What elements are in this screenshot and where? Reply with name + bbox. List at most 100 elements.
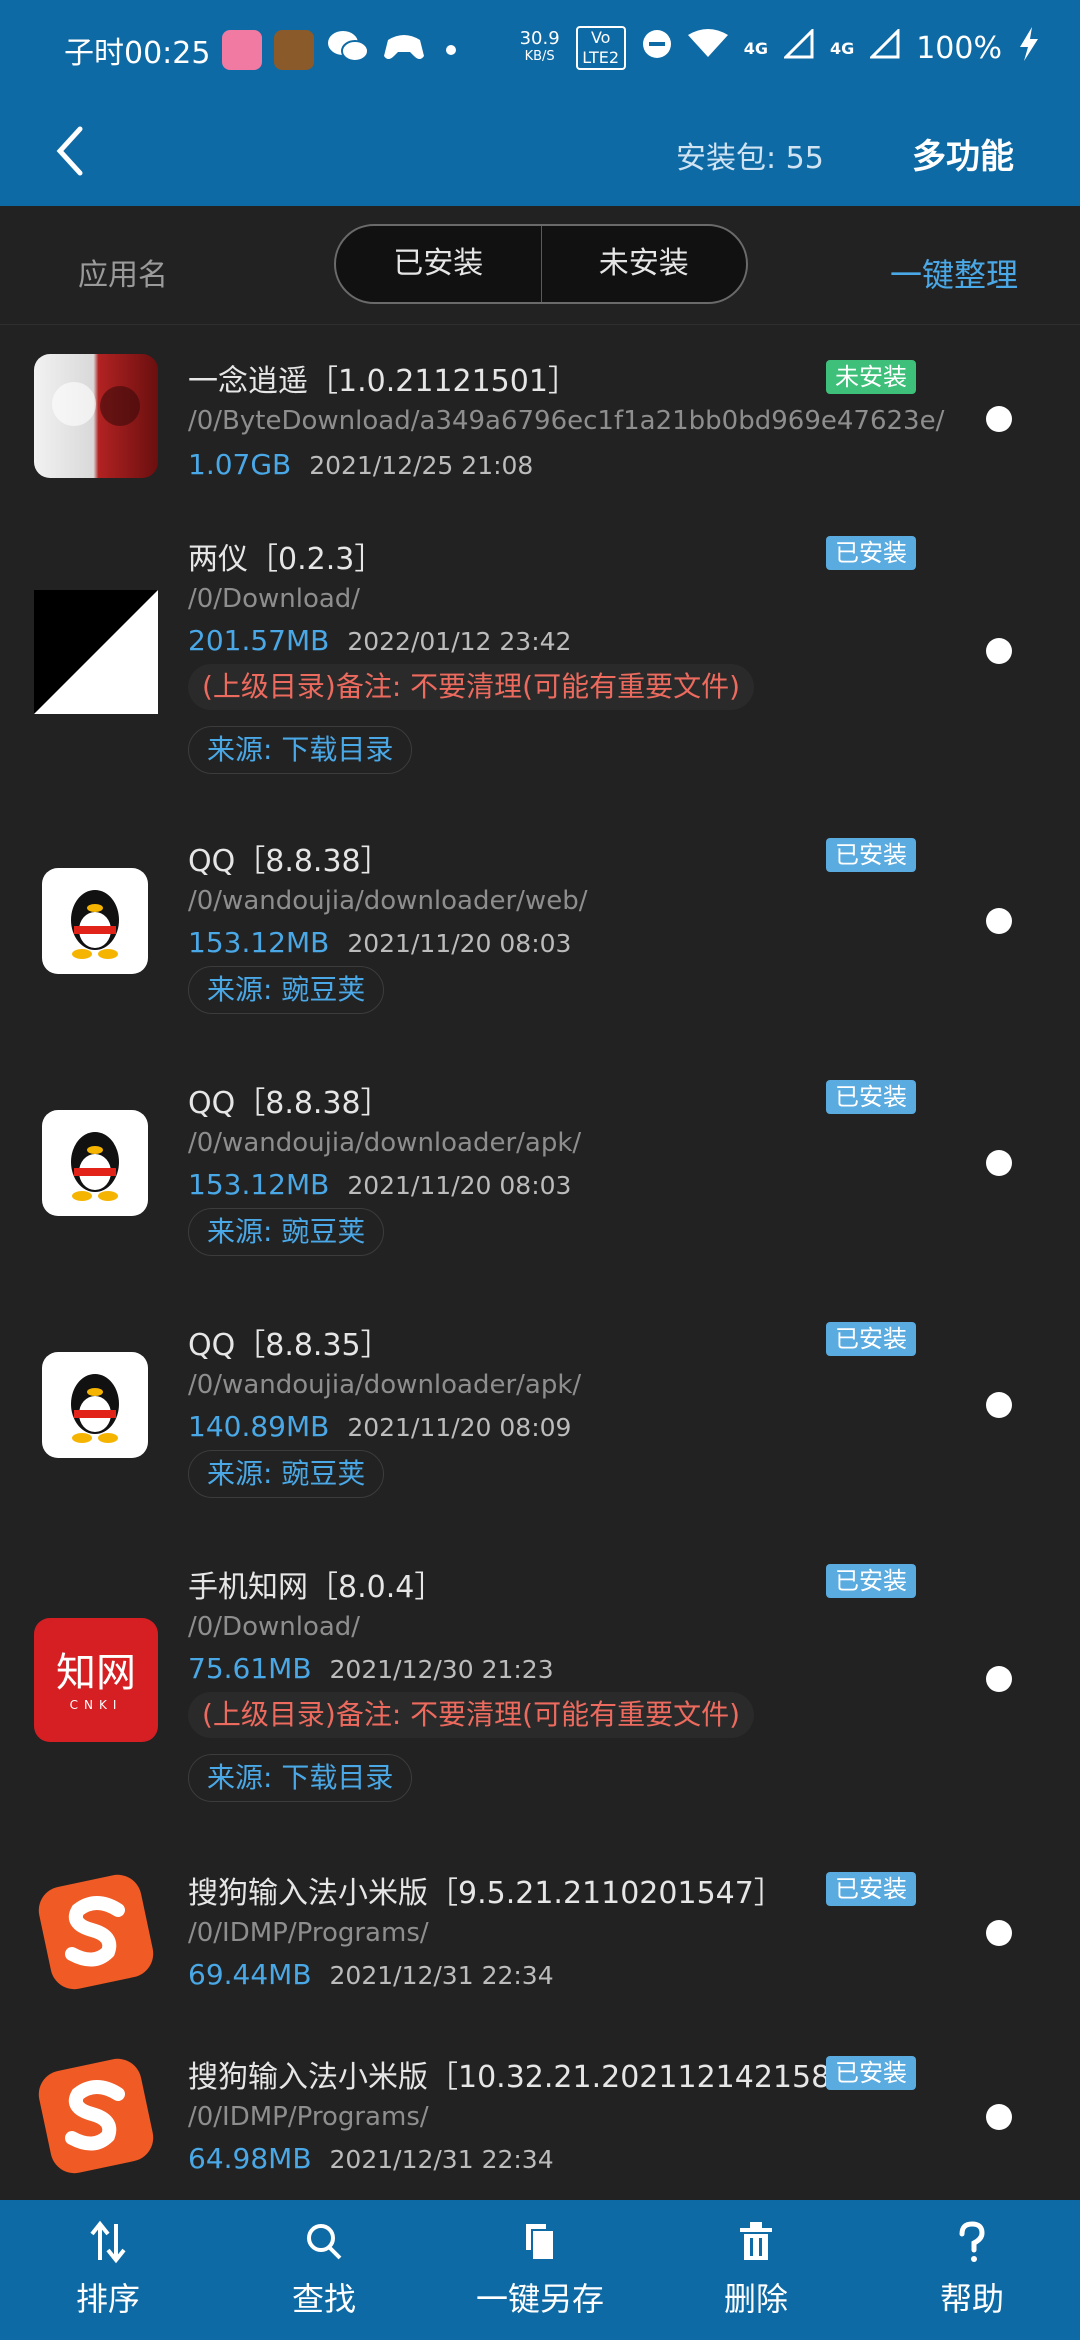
app-title: 手机知网［8.0.4］: [188, 1570, 445, 1605]
sogou-icon: [36, 1872, 156, 1992]
sort-label: 排序: [75, 2280, 140, 2318]
select-radio[interactable]: [986, 406, 1012, 432]
status-bar: 子时00:25 30.9 KB/S Vo LTE2 4G 4G 100%: [0, 0, 1080, 95]
app-size: 1.07GB: [188, 448, 292, 481]
app-title: 搜狗输入法小米版［9.5.21.2110201547］: [188, 1876, 784, 1911]
app-title: QQ［8.8.38］: [188, 844, 391, 879]
list-item[interactable]: 搜狗输入法小米版［9.5.21.2110201547］ 已安装 /0/IDMP/…: [0, 1844, 1080, 2028]
source-tag[interactable]: 来源: 豌豆荚: [188, 966, 385, 1014]
app-date: 2022/01/12 23:42: [347, 627, 572, 656]
trash-icon: [740, 2222, 772, 2260]
app-size: 153.12MB: [188, 1168, 330, 1201]
app-size: 75.61MB: [188, 1652, 312, 1685]
app-size: 69.44MB: [188, 1958, 312, 1991]
select-radio[interactable]: [986, 638, 1012, 664]
sort-by-app-name[interactable]: 应用名: [78, 250, 168, 294]
source-tag[interactable]: 来源: 下载目录: [188, 726, 413, 774]
app-size-row: 153.12MB 2021/11/20 08:03: [188, 926, 571, 959]
charging-icon: [1018, 27, 1040, 69]
net-speed-unit: KB/S: [524, 49, 555, 64]
apk-list: 一念逍遥［1.0.21121501］ 未安装 /0/ByteDownload/a…: [0, 324, 1080, 2212]
app-size: 153.12MB: [188, 926, 330, 959]
list-item[interactable]: 两仪［0.2.3］ 已安装 /0/Download/ 201.57MB 2022/…: [0, 514, 1080, 816]
delete-button[interactable]: 删除: [648, 2200, 864, 2340]
app-path: /0/wandoujia/downloader/apk/: [188, 1370, 582, 1400]
qq-penguin-icon: [42, 1352, 148, 1458]
cnki-logo-subtext: CNKI: [69, 1698, 123, 1712]
tab-installed[interactable]: 已安装: [336, 226, 542, 302]
select-radio[interactable]: [986, 908, 1012, 934]
net-speed-value: 30.9: [519, 28, 560, 49]
multi-function-button[interactable]: 多功能: [912, 129, 1014, 178]
list-item[interactable]: QQ［8.8.35］ 已安装 /0/wandoujia/downloader/a…: [0, 1300, 1080, 1542]
game-controller-icon: [382, 26, 426, 74]
app-path: /0/ByteDownload/a349a6796ec1f1a21bb0bd96…: [188, 406, 945, 436]
select-radio[interactable]: [986, 1920, 1012, 1946]
source-tag[interactable]: 来源: 豌豆荚: [188, 1450, 385, 1498]
sort-icon: [90, 2220, 126, 2264]
status-badge: 已安装: [826, 1872, 916, 1906]
list-item[interactable]: 一念逍遥［1.0.21121501］ 未安装 /0/ByteDownload/a…: [0, 324, 1080, 514]
status-right: 30.9 KB/S Vo LTE2 4G 4G 100%: [520, 26, 1040, 70]
delete-label: 删除: [723, 2280, 788, 2318]
signal-1-label: 4G: [743, 38, 768, 58]
app-size-row: 75.61MB 2021/12/30 21:23: [188, 1652, 554, 1685]
app-date: 2021/11/20 08:03: [347, 929, 572, 958]
list-item[interactable]: 搜狗输入法小米版［10.32.21.202112142158］ 已安装 /0/I…: [0, 2028, 1080, 2212]
app-title: 搜狗输入法小米版［10.32.21.202112142158］: [188, 2060, 861, 2095]
wifi-icon: [687, 29, 728, 67]
app-size-row: 140.89MB 2021/11/20 08:09: [188, 1410, 571, 1443]
notification-icons: [222, 26, 456, 74]
app-title: QQ［8.8.35］: [188, 1328, 391, 1363]
select-radio[interactable]: [986, 2104, 1012, 2130]
cnki-icon: 知网 CNKI: [34, 1618, 158, 1742]
source-tag[interactable]: 来源: 下载目录: [188, 1754, 413, 1802]
help-icon: [959, 2221, 985, 2262]
package-count: 安装包: 55: [676, 141, 824, 176]
list-item[interactable]: QQ［8.8.38］ 已安装 /0/wandoujia/downloader/w…: [0, 816, 1080, 1058]
dot-icon: [446, 45, 456, 55]
organize-button[interactable]: 一键整理: [890, 250, 1018, 296]
app-size-row: 1.07GB 2021/12/25 21:08: [188, 448, 533, 481]
select-radio[interactable]: [986, 1150, 1012, 1176]
bottom-toolbar: 排序 查找 一键另存 删除 帮助: [0, 2200, 1080, 2340]
cnki-logo-text: 知网: [56, 1650, 136, 1696]
app-path: /0/Download/: [188, 584, 361, 614]
app-title: QQ［8.8.38］: [188, 1086, 391, 1121]
search-button[interactable]: 查找: [216, 2200, 432, 2340]
back-button[interactable]: [50, 123, 100, 179]
status-badge: 已安装: [826, 838, 916, 872]
net-speed: 30.9 KB/S: [520, 30, 560, 66]
app-path: /0/wandoujia/downloader/apk/: [188, 1128, 582, 1158]
qq-penguin-icon: [42, 1110, 148, 1216]
app-title: 两仪［0.2.3］: [188, 542, 385, 577]
save-as-button[interactable]: 一键另存: [432, 2200, 648, 2340]
select-radio[interactable]: [986, 1666, 1012, 1692]
install-filter-toggle: 已安装 未安装: [334, 224, 748, 304]
signal-2-label: 4G: [829, 38, 855, 58]
help-label: 帮助: [939, 2280, 1004, 2318]
nav-bar: 安装包: 55 多功能: [0, 95, 1080, 206]
app-size: 140.89MB: [188, 1410, 330, 1443]
status-badge: 已安装: [826, 1564, 916, 1598]
tab-not-installed[interactable]: 未安装: [542, 226, 747, 302]
search-icon: [307, 2224, 342, 2260]
back-arrow-icon: [56, 126, 83, 176]
search-label: 查找: [291, 2280, 356, 2318]
sogou-icon: [36, 2056, 156, 2176]
help-button[interactable]: 帮助: [864, 2200, 1080, 2340]
bilibili-icon: [222, 30, 262, 70]
status-badge: 已安装: [826, 1322, 916, 1356]
list-item[interactable]: QQ［8.8.38］ 已安装 /0/wandoujia/downloader/a…: [0, 1058, 1080, 1300]
status-badge: 已安装: [826, 536, 916, 570]
select-radio[interactable]: [986, 1392, 1012, 1418]
app-size: 64.98MB: [188, 2142, 312, 2175]
status-badge: 已安装: [826, 2056, 916, 2090]
sort-button[interactable]: 排序: [0, 2200, 216, 2340]
liangyi-icon: [34, 590, 158, 714]
list-item[interactable]: 知网 CNKI 手机知网［8.0.4］ 已安装 /0/Download/ 75.…: [0, 1542, 1080, 1844]
dnd-icon: [642, 29, 672, 67]
app-path: /0/IDMP/Programs/: [188, 2102, 429, 2132]
app-path: /0/Download/: [188, 1612, 361, 1642]
source-tag[interactable]: 来源: 豌豆荚: [188, 1208, 385, 1256]
